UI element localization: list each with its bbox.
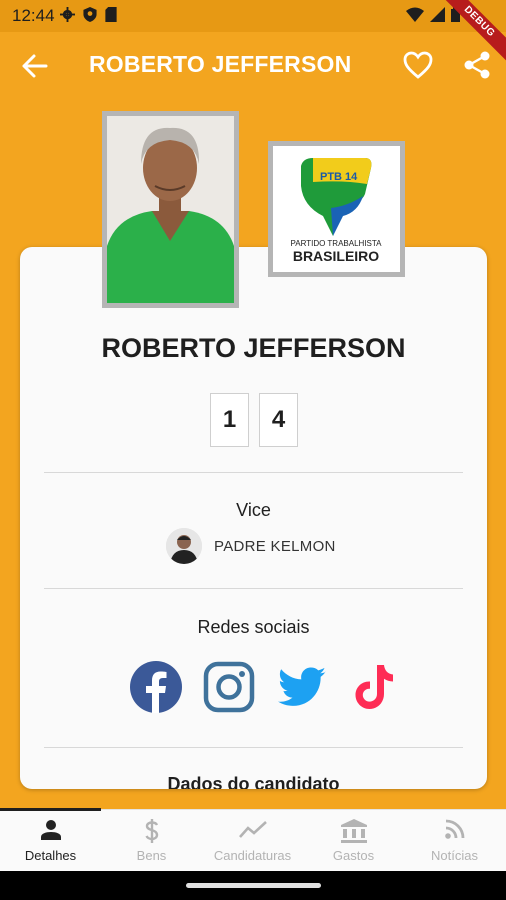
social-section-title: Redes sociais (197, 617, 310, 637)
app-bar: ROBERTO JEFFERSON (0, 32, 506, 98)
facebook-icon (130, 661, 182, 713)
candidate-number: 1 4 (210, 393, 298, 447)
person-icon (40, 820, 61, 840)
system-navigation-bar (0, 871, 506, 900)
divider (44, 747, 463, 748)
candidate-name: ROBERTO JEFFERSON (101, 333, 406, 363)
party-logo: PTB 14 PARTIDO TRABALHISTA BRASILEIRO (268, 141, 405, 277)
vice-row[interactable]: PADRE KELMON (166, 528, 336, 564)
nav-item-gastos[interactable]: Gastos (303, 810, 404, 872)
status-notification-icons (60, 7, 117, 22)
dollar-icon (144, 819, 158, 843)
nav-label: Bens (136, 848, 167, 863)
candidate-portrait-image (107, 116, 234, 303)
candidate-card: ROBERTO JEFFERSON 1 4 Vice PADRE KELMON … (20, 247, 487, 789)
share-icon (464, 51, 490, 79)
party-line2-text: BRASILEIRO (293, 248, 379, 264)
back-button[interactable] (20, 52, 50, 80)
dados-section-title: Dados do candidato (167, 774, 340, 789)
status-time: 12:44 (12, 6, 55, 25)
bank-icon (340, 819, 367, 843)
nav-item-noticias[interactable]: Notícias (404, 810, 505, 872)
tiktok-icon (355, 665, 393, 709)
shield-icon (83, 7, 97, 22)
party-line1-text: PARTIDO TRABALHISTA (291, 239, 383, 248)
nav-label: Detalhes (24, 848, 77, 863)
vice-name: PADRE KELMON (214, 537, 336, 555)
divider (44, 588, 463, 589)
rss-icon (444, 819, 464, 839)
arrow-left-icon (22, 54, 48, 78)
status-bar: 12:44 DEBUG (0, 0, 506, 67)
number-digit: 4 (259, 393, 298, 447)
wifi-icon (406, 7, 424, 22)
instagram-link[interactable] (203, 661, 255, 713)
avatar (166, 528, 202, 564)
nav-label: Candidaturas (213, 848, 292, 863)
bottom-navigation: Detalhes Bens Candidaturas Gastos Notíci… (0, 808, 506, 872)
party-badge-text: PTB 14 (320, 171, 358, 183)
social-links (130, 661, 401, 713)
share-button[interactable] (462, 50, 492, 80)
nav-item-candidaturas[interactable]: Candidaturas (202, 810, 303, 872)
trend-icon (238, 821, 267, 838)
favorite-button[interactable] (402, 50, 434, 80)
tiktok-link[interactable] (349, 661, 401, 713)
twitter-icon (277, 667, 326, 706)
facebook-link[interactable] (130, 661, 182, 713)
signal-icon (430, 7, 445, 22)
status-system-icons (406, 7, 460, 22)
nav-label: Gastos (332, 848, 375, 863)
gear-icon (60, 7, 75, 22)
instagram-icon (203, 661, 255, 713)
nav-label: Notícias (431, 848, 478, 863)
candidate-photo (102, 111, 239, 308)
divider (44, 472, 463, 473)
twitter-link[interactable] (276, 661, 328, 713)
home-gesture-handle[interactable] (186, 883, 321, 888)
nav-item-bens[interactable]: Bens (101, 810, 202, 872)
sd-card-icon (105, 7, 117, 22)
page-title: ROBERTO JEFFERSON (89, 51, 352, 77)
ptb-logo-image: PTB 14 PARTIDO TRABALHISTA BRASILEIRO (291, 158, 383, 264)
nav-item-detalhes[interactable]: Detalhes (0, 810, 101, 872)
vice-section-title: Vice (236, 500, 271, 520)
heart-outline-icon (403, 51, 433, 79)
number-digit: 1 (210, 393, 249, 447)
